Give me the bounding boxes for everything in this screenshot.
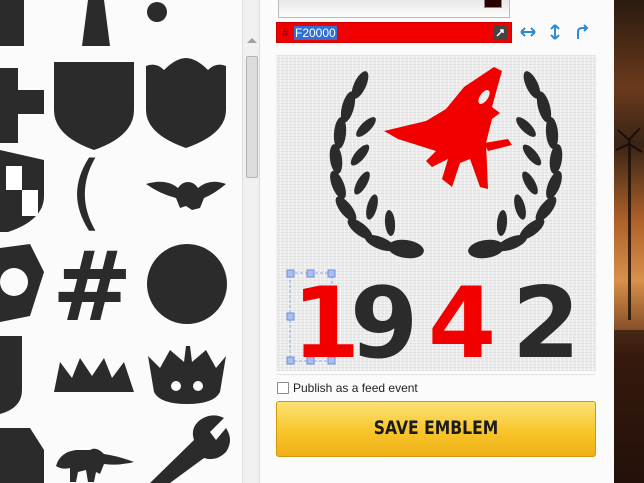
partial-octagon-icon[interactable]	[0, 428, 44, 483]
background-artwork-image	[614, 127, 644, 483]
cross-icon[interactable]	[0, 68, 44, 143]
wrench-icon[interactable]	[150, 415, 230, 483]
hexagon-icon[interactable]	[0, 244, 44, 322]
eagle-icon[interactable]	[146, 181, 226, 210]
partial-shield-icon[interactable]	[0, 336, 22, 414]
hex-color-input[interactable]: # F20000	[276, 22, 512, 43]
save-emblem-button[interactable]: SAVE EMBLEM	[276, 401, 596, 457]
crown-ornate-icon[interactable]	[148, 346, 226, 404]
svg-text:(: (	[70, 145, 102, 240]
emblem-artwork: 1 9 4 2	[286, 67, 580, 381]
flip-vertical-icon[interactable]	[545, 22, 565, 42]
palette-scrollbar[interactable]	[242, 0, 260, 483]
redo-icon[interactable]	[572, 22, 592, 42]
shield-icon[interactable]	[54, 62, 134, 150]
scrollbar-thumb[interactable]	[246, 56, 258, 178]
emblem-editor-panel: # F20000 1 9 4 2 Publish as a feed event…	[260, 0, 614, 483]
paren-glyph[interactable]: (	[70, 145, 102, 240]
emblem-editor-window: ( # # F20000 1 9 4 2 Publish as a feed e…	[0, 0, 644, 483]
emblem-canvas[interactable]: 1 9 4 2	[276, 55, 596, 381]
publish-feed-checkbox[interactable]	[277, 382, 289, 394]
svg-text:#: #	[52, 231, 132, 343]
partial-top-shape-2[interactable]	[82, 0, 110, 46]
checkered-shield-icon[interactable]	[0, 150, 44, 232]
publish-feed-label[interactable]: Publish as a feed event	[293, 381, 418, 395]
year-digit-2[interactable]: 9	[350, 267, 418, 381]
badge-shield-icon[interactable]	[146, 58, 226, 148]
partial-top-shape-3[interactable]	[147, 2, 167, 22]
hex-color-value[interactable]: F20000	[294, 26, 337, 40]
color-preview-swatch	[484, 0, 502, 8]
shape-grid: ( #	[0, 0, 230, 483]
flip-horizontal-icon[interactable]	[518, 22, 538, 42]
crown-icon[interactable]	[54, 358, 134, 392]
hash-glyph[interactable]: #	[52, 231, 132, 343]
partial-top-shape-1[interactable]	[0, 0, 24, 46]
year-digit-4[interactable]: 2	[512, 267, 580, 381]
laurel-left-icon[interactable]	[327, 69, 425, 261]
background-artwork	[614, 0, 644, 483]
expand-picker-icon[interactable]	[493, 26, 507, 40]
scroll-up-arrow-icon[interactable]	[247, 38, 257, 43]
save-emblem-label: SAVE EMBLEM	[373, 417, 499, 439]
divider	[276, 374, 596, 375]
emblem-shape-palette: ( #	[0, 0, 242, 483]
color-picker-gradient[interactable]	[278, 0, 510, 18]
year-digit-3[interactable]: 4	[428, 267, 496, 381]
circle-icon[interactable]	[147, 244, 227, 324]
jet-fighter-icon[interactable]	[384, 67, 512, 189]
trex-icon[interactable]	[56, 448, 134, 482]
hex-hash-prefix: #	[282, 26, 289, 40]
